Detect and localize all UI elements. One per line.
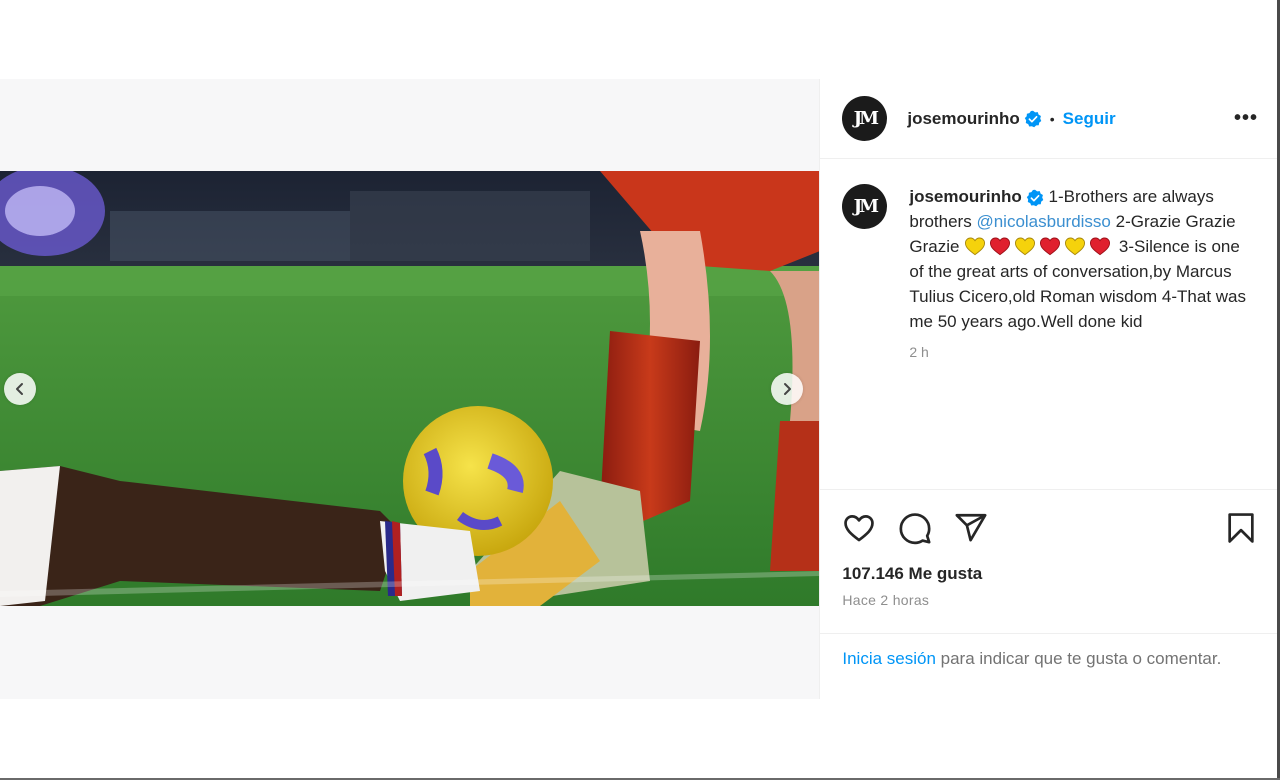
red-heart-emoji-icon (1040, 237, 1061, 256)
verified-badge-icon (1024, 110, 1042, 127)
avatar[interactable]: JM (842, 96, 888, 141)
follow-button[interactable]: Seguir (1063, 109, 1116, 129)
caption-text: josemourinho 1-Brothers are always broth… (909, 184, 1258, 334)
heart-emoji-row (964, 237, 1114, 256)
header-username[interactable]: josemourinho (907, 109, 1019, 129)
more-options-icon[interactable]: ••• (1234, 107, 1258, 130)
avatar-logo: JM (853, 108, 880, 129)
header-separator: • (1049, 110, 1055, 127)
caption-timestamp[interactable]: 2 h (909, 344, 1258, 360)
post-modal: JM josemourinho • Seguir ••• JM josemour… (0, 79, 1280, 699)
login-link[interactable]: Inicia sesión (842, 649, 936, 668)
verified-badge-icon (1026, 189, 1044, 206)
post-actions: 107.146 Me gusta Hace 2 horas (820, 489, 1280, 608)
share-send-icon[interactable] (954, 511, 988, 545)
post-header: JM josemourinho • Seguir ••• (820, 79, 1280, 159)
login-prompt: Inicia sesión para indicar que te gusta … (820, 633, 1280, 671)
comment-icon[interactable] (898, 511, 932, 545)
avatar-logo: JM (853, 196, 880, 217)
carousel-next-button[interactable] (771, 373, 803, 405)
caption-username[interactable]: josemourinho (909, 187, 1021, 206)
chevron-right-icon (784, 383, 791, 395)
chevron-left-icon (16, 383, 23, 395)
login-prompt-text: para indicar que te gusta o comentar. (935, 649, 1222, 668)
caption: JM josemourinho 1-Brothers are always br… (842, 184, 1258, 360)
like-heart-icon[interactable] (842, 511, 876, 545)
save-bookmark-icon[interactable] (1224, 511, 1258, 545)
post-media (0, 79, 820, 699)
likes-count[interactable]: 107.146 Me gusta (820, 546, 1280, 584)
red-heart-emoji-icon (1090, 237, 1111, 256)
post-sidebar: JM josemourinho • Seguir ••• JM josemour… (819, 79, 1280, 699)
yellow-heart-emoji-icon (965, 237, 986, 256)
yellow-heart-emoji-icon (1015, 237, 1036, 256)
yellow-heart-emoji-icon (1065, 237, 1086, 256)
post-date[interactable]: Hace 2 horas (820, 584, 1280, 608)
post-image (0, 171, 820, 606)
caption-avatar[interactable]: JM (842, 184, 888, 229)
red-heart-emoji-icon (990, 237, 1011, 256)
carousel-previous-button[interactable] (4, 373, 36, 405)
mention-link[interactable]: @nicolasburdisso (976, 212, 1110, 231)
